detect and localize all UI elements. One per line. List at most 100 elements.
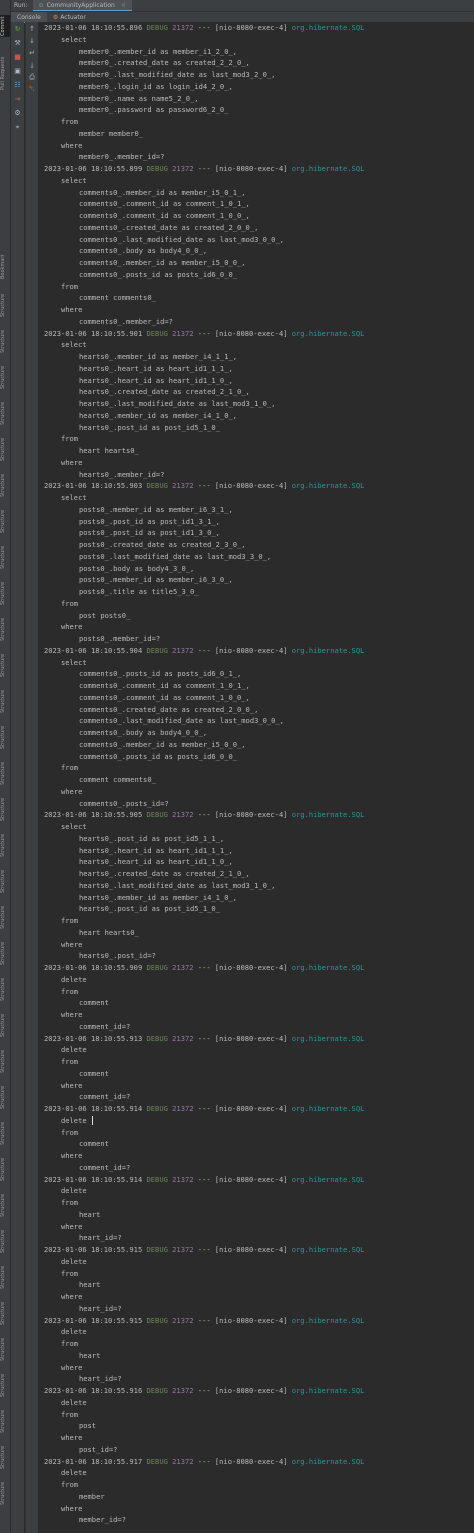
sql-text: delete bbox=[61, 974, 87, 984]
log-pid: 21372 bbox=[172, 481, 194, 491]
close-icon[interactable]: × bbox=[121, 2, 126, 9]
structure-tool-button[interactable]: Structure bbox=[0, 1300, 10, 1326]
camera-icon[interactable]: ▣ bbox=[11, 66, 24, 77]
log-level: DEBUG bbox=[146, 1104, 168, 1113]
sql-text: comments0_.last_modified_date as last_mo… bbox=[79, 716, 284, 726]
log-thread: --- [nio-8080-exec-4] bbox=[197, 1245, 288, 1254]
structure-tool-button[interactable]: Structure bbox=[0, 1192, 10, 1218]
structure-tool-button[interactable]: Structure bbox=[0, 1012, 10, 1038]
log-logger: org.hibernate.SQL bbox=[291, 1386, 365, 1395]
sql-text: from bbox=[61, 763, 79, 773]
sql-text: from bbox=[61, 1480, 79, 1489]
log-timestamp: 2023-01-06 18:10:55.896 bbox=[44, 23, 143, 32]
sql-text: heart_id=? bbox=[79, 1374, 122, 1384]
structure-tool-button[interactable]: Structure bbox=[0, 1228, 10, 1254]
sql-line: posts0_.member_id as member_i6_3_0_, bbox=[38, 574, 474, 586]
trash-icon[interactable]: ␡ bbox=[26, 84, 38, 95]
sql-text: from bbox=[61, 598, 79, 608]
sql-line: comments0_.posts_id as posts_id6_0_0_ bbox=[38, 269, 474, 281]
structure-tool-button[interactable]: Structure bbox=[0, 760, 10, 786]
rerun-icon[interactable]: ↻ bbox=[11, 24, 24, 35]
structure-tool-button[interactable]: Structure bbox=[0, 1372, 10, 1398]
pull-requests-tool-button[interactable]: Pull Requests bbox=[0, 55, 10, 91]
sql-text: heart hearts0_ bbox=[79, 927, 139, 937]
sql-line: comment bbox=[38, 997, 474, 1009]
structure-tool-button[interactable]: Structure bbox=[0, 796, 10, 822]
structure-tool-button[interactable]: Structure bbox=[0, 616, 10, 642]
sql-text: from bbox=[61, 281, 79, 291]
structure-tool-button[interactable]: Structure bbox=[0, 1408, 10, 1434]
structure-tool-button[interactable]: Structure bbox=[0, 544, 10, 570]
sql-line: delete bbox=[38, 1044, 474, 1056]
structure-tool-button[interactable]: Structure bbox=[0, 1444, 10, 1470]
sql-line: where bbox=[38, 1221, 474, 1233]
structure-tool-button[interactable]: Structure bbox=[0, 1264, 10, 1290]
sql-text: hearts0_.heart_id as heart_id1_1_1_, bbox=[79, 363, 233, 373]
structure-tool-button[interactable]: Structure bbox=[0, 1120, 10, 1146]
log-header-line: 2023-01-06 18:10:55.915 DEBUG 21372 --- … bbox=[38, 1315, 474, 1327]
scroll-to-end-icon[interactable]: ⤓ bbox=[26, 60, 38, 71]
print-icon[interactable]: ⎙ bbox=[26, 72, 38, 83]
structure-tool-button[interactable]: Structure bbox=[0, 1336, 10, 1362]
sql-line: comments0_.body as body4_0_0_, bbox=[38, 245, 474, 257]
sql-line: hearts0_.member_id as member_i4_1_0_, bbox=[38, 410, 474, 422]
structure-tool-button[interactable]: Structure bbox=[0, 436, 10, 462]
sql-text: comments0_.member_id as member_i5_0_0_, bbox=[79, 258, 246, 267]
sql-line: from bbox=[38, 1338, 474, 1350]
structure-tool-button[interactable]: Structure bbox=[0, 1048, 10, 1074]
sql-text: select bbox=[61, 822, 87, 831]
structure-tool-button[interactable]: Structure bbox=[0, 832, 10, 858]
sql-line: member0_.last_modified_date as last_mod3… bbox=[38, 69, 474, 81]
sql-line: hearts0_.member_id as member_i4_1_0_, bbox=[38, 892, 474, 904]
sql-text: posts0_.post_id as post_id1_3_0_, bbox=[79, 528, 220, 538]
bookmarks-tool-button[interactable]: Bookmarks bbox=[0, 255, 10, 279]
sql-text: hearts0_.member_id as member_i4_1_1_, bbox=[79, 352, 238, 361]
sql-text: posts0_.body as body4_3_0_, bbox=[79, 563, 195, 573]
structure-tool-button[interactable]: Structure bbox=[0, 724, 10, 750]
structure-tool-button[interactable]: Structure bbox=[0, 580, 10, 606]
run-label: Run: bbox=[14, 2, 28, 9]
sql-line: delete bbox=[38, 1326, 474, 1338]
down-arrow-icon[interactable]: ↓ bbox=[26, 36, 38, 47]
restore-layout-icon[interactable]: ☷ bbox=[11, 80, 24, 91]
wrench-icon[interactable]: ⚒ bbox=[11, 38, 24, 49]
structure-tool-button[interactable]: Structure bbox=[0, 1084, 10, 1110]
sql-text: post posts0_ bbox=[79, 610, 131, 620]
up-arrow-icon[interactable]: ↑ bbox=[26, 24, 38, 35]
sql-line: heart hearts0_ bbox=[38, 445, 474, 457]
soft-wrap-icon[interactable]: ↵ bbox=[26, 48, 38, 59]
exit-icon[interactable]: ⇥ bbox=[11, 94, 24, 105]
sql-line: from bbox=[38, 598, 474, 610]
structure-tool-button[interactable]: Structure bbox=[0, 688, 10, 714]
run-config-tab[interactable]: ✿ CommunityApplication × bbox=[32, 0, 132, 11]
sql-text: from bbox=[61, 916, 79, 925]
sql-line: comment_id=? bbox=[38, 1021, 474, 1033]
structure-tool-button[interactable]: Structure bbox=[0, 976, 10, 1002]
structure-tool-button[interactable]: Structure bbox=[0, 652, 10, 678]
sql-text: delete bbox=[61, 1186, 87, 1196]
sql-line: member member0_ bbox=[38, 128, 474, 140]
stop-icon[interactable]: ■ bbox=[11, 52, 24, 63]
spring-leaf-icon: ✿ bbox=[38, 1, 44, 9]
console-output[interactable]: 2023-01-06 18:10:55.896 DEBUG 21372 --- … bbox=[38, 22, 474, 1533]
structure-tool-button[interactable]: Structure bbox=[0, 328, 10, 354]
structure-tool-button[interactable]: Structure bbox=[0, 1156, 10, 1182]
structure-tool-button[interactable]: Structure bbox=[0, 940, 10, 966]
structure-tool-button[interactable]: Structure bbox=[0, 868, 10, 894]
structure-tool-button[interactable]: Structure bbox=[0, 292, 10, 318]
structure-tool-button[interactable]: Structure bbox=[0, 364, 10, 390]
structure-tool-button[interactable]: Structure bbox=[0, 1480, 10, 1506]
structure-tool-button[interactable]: Structure bbox=[0, 400, 10, 426]
settings-icon[interactable]: ⚙ bbox=[11, 108, 24, 119]
left-tool-strip: Commit Pull Requests Bookmarks Structure Str… bbox=[0, 0, 11, 1533]
log-logger: org.hibernate.SQL bbox=[291, 1174, 365, 1184]
sql-line: posts0_.member_id as member_i6_3_1_, bbox=[38, 504, 474, 516]
structure-tool-button[interactable]: Structure bbox=[0, 904, 10, 930]
structure-tool-button[interactable]: Structure bbox=[0, 472, 10, 498]
structure-tool-button[interactable]: Structure bbox=[0, 508, 10, 534]
sql-line: comment_id=? bbox=[38, 1091, 474, 1103]
pin-icon[interactable]: ⌖ bbox=[11, 122, 24, 133]
commit-tool-button[interactable]: Commit bbox=[0, 15, 10, 37]
sql-line: from bbox=[38, 116, 474, 128]
sql-line: where bbox=[38, 1432, 474, 1444]
